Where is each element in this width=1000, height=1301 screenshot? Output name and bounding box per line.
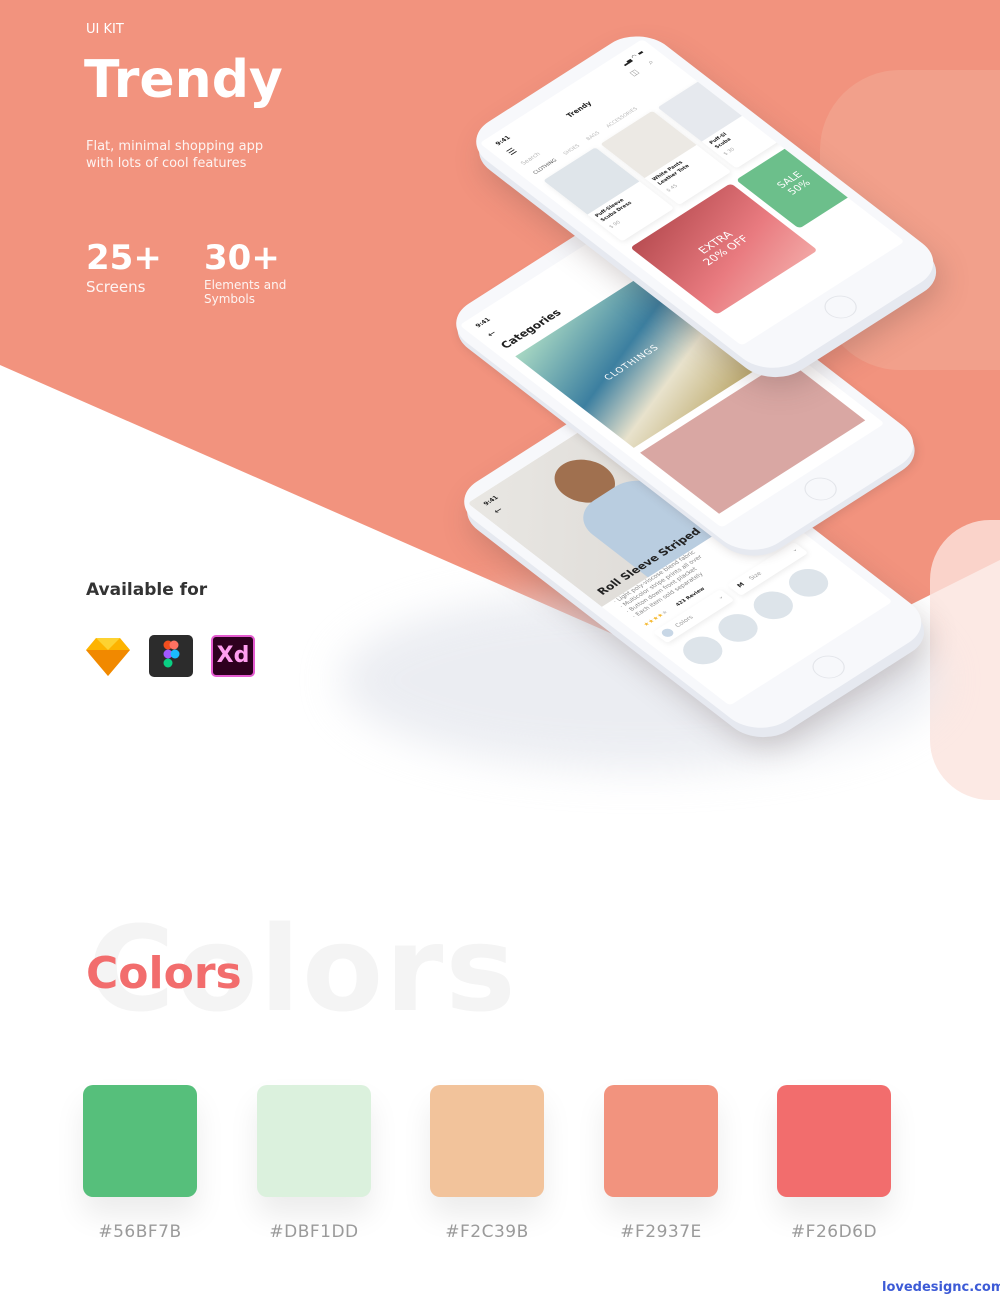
xd-icon: Xd (211, 635, 255, 677)
subtitle: Flat, minimal shopping app with lots of c… (86, 139, 264, 171)
watermark: lovedesignc.com (882, 1280, 1000, 1295)
swatch-peach (430, 1085, 544, 1197)
size-label: Size (747, 570, 764, 582)
swatch-coral (604, 1085, 718, 1197)
home-button (797, 472, 844, 506)
cart-icon[interactable]: ◫ (627, 68, 640, 78)
stat-screens: 25+ Screens (86, 238, 162, 296)
thumbnail[interactable] (780, 563, 837, 603)
sketch-icon (86, 638, 130, 676)
search-icon[interactable]: ⌕ (645, 58, 657, 67)
stat-elements: 30+ Elements and Symbols (204, 238, 287, 306)
swatch-mint (257, 1085, 371, 1197)
tab-bags[interactable]: BAGS (585, 131, 601, 142)
page-title: Trendy (84, 50, 283, 110)
swatch-label: #F2937E (620, 1222, 702, 1242)
swatch-red (777, 1085, 891, 1197)
menu-icon[interactable]: ☰ (505, 147, 520, 157)
app-title: Trendy (564, 99, 594, 120)
home-button (805, 650, 852, 684)
back-arrow-icon[interactable]: ← (485, 329, 499, 339)
colors-heading: Colors (86, 948, 242, 999)
thumbnail[interactable] (675, 630, 731, 670)
swatch-label: #F26D6D (790, 1222, 878, 1242)
thumbnail[interactable] (745, 585, 802, 625)
status-icons: ▂▄ ◠ ▬ (620, 49, 646, 67)
swatch-green (83, 1085, 197, 1197)
search-input[interactable]: Search (519, 151, 542, 166)
home-button (817, 290, 864, 324)
figma-icon (149, 635, 193, 677)
swatch-label: #DBF1DD (269, 1222, 359, 1242)
swatch-label: #56BF7B (98, 1222, 182, 1242)
tab-shoes[interactable]: SHOES (562, 143, 581, 156)
kicker: UI KIT (86, 22, 124, 37)
thumbnail[interactable] (710, 608, 766, 648)
swatch-label: #F2C39B (445, 1222, 529, 1242)
available-heading: Available for (86, 580, 208, 600)
